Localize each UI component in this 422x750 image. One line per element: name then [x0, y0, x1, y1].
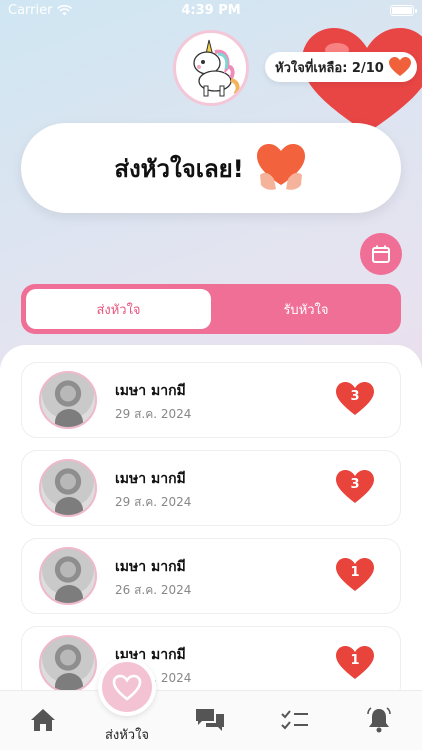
- tasks-icon: [281, 710, 308, 730]
- sent-date: 29 ส.ค. 2024: [115, 495, 192, 509]
- sent-date: 29 ส.ค. 2024: [115, 407, 192, 421]
- heart-tabs: ส่งหัวใจ รับหัวใจ: [21, 284, 401, 334]
- hearts-remaining-badge: หัวใจที่เหลือ: 2/10: [265, 52, 417, 82]
- avatar: [39, 547, 97, 605]
- nav-notifications[interactable]: [364, 705, 394, 735]
- heart-count: 3: [350, 477, 360, 492]
- heart-count: 1: [350, 565, 360, 580]
- status-time: 4:39 PM: [181, 3, 241, 18]
- nav-chat[interactable]: [195, 705, 225, 735]
- heart-outline-icon: [112, 674, 142, 701]
- hearts-remaining-label: หัวใจที่เหลือ: 2/10: [275, 60, 384, 76]
- list-item[interactable]: เมษา มากมี 26 ส.ค. 2024 1: [21, 538, 401, 614]
- unicorn-icon: [193, 39, 240, 97]
- send-heart-card[interactable]: ส่งหัวใจเลย!: [21, 123, 401, 213]
- heart-icon: [389, 57, 411, 76]
- hand-heart-icon: [256, 144, 305, 190]
- send-heart-nav-label: ส่งหัวใจ: [104, 728, 150, 743]
- list-item[interactable]: เมษา มากมี 29 ส.ค. 2024 3: [21, 362, 401, 438]
- home-icon: [31, 709, 55, 731]
- big-heart-decoration: [302, 28, 422, 133]
- list-item[interactable]: เมษา มากมี 29 ส.ค. 2024 3: [21, 450, 401, 526]
- recipient-name: เมษา มากมี: [115, 471, 186, 487]
- heart-count: 1: [350, 653, 360, 668]
- calendar-icon: [372, 245, 390, 263]
- heart-count-badge: 3: [336, 470, 374, 504]
- calendar-button[interactable]: [360, 233, 402, 275]
- battery-icon: [390, 5, 417, 16]
- nav-home[interactable]: [28, 705, 58, 735]
- recipient-name: เมษา มากมี: [115, 383, 186, 399]
- status-bar: Carrier 4:39 PM: [0, 0, 422, 22]
- nav-tasks[interactable]: [280, 705, 310, 735]
- avatar: [39, 459, 97, 517]
- heart-count-badge: 1: [336, 646, 374, 680]
- send-heart-nav-button[interactable]: [98, 658, 156, 716]
- avatar: [39, 635, 97, 693]
- sent-date: 26 ส.ค. 2024: [115, 583, 192, 597]
- bottom-nav: [0, 690, 422, 750]
- chat-icon: [196, 709, 224, 731]
- send-heart-title: ส่งหัวใจเลย!: [114, 154, 244, 183]
- tab-receive-heart[interactable]: รับหัวใจ: [216, 289, 396, 329]
- bell-icon: [367, 707, 391, 733]
- heart-count-badge: 3: [336, 382, 374, 416]
- heart-count-badge: 1: [336, 558, 374, 592]
- tab-send-heart[interactable]: ส่งหัวใจ: [26, 289, 211, 329]
- heart-count: 3: [350, 389, 360, 404]
- recipient-name: เมษา มากมี: [115, 559, 186, 575]
- avatar[interactable]: [173, 30, 249, 106]
- avatar: [39, 371, 97, 429]
